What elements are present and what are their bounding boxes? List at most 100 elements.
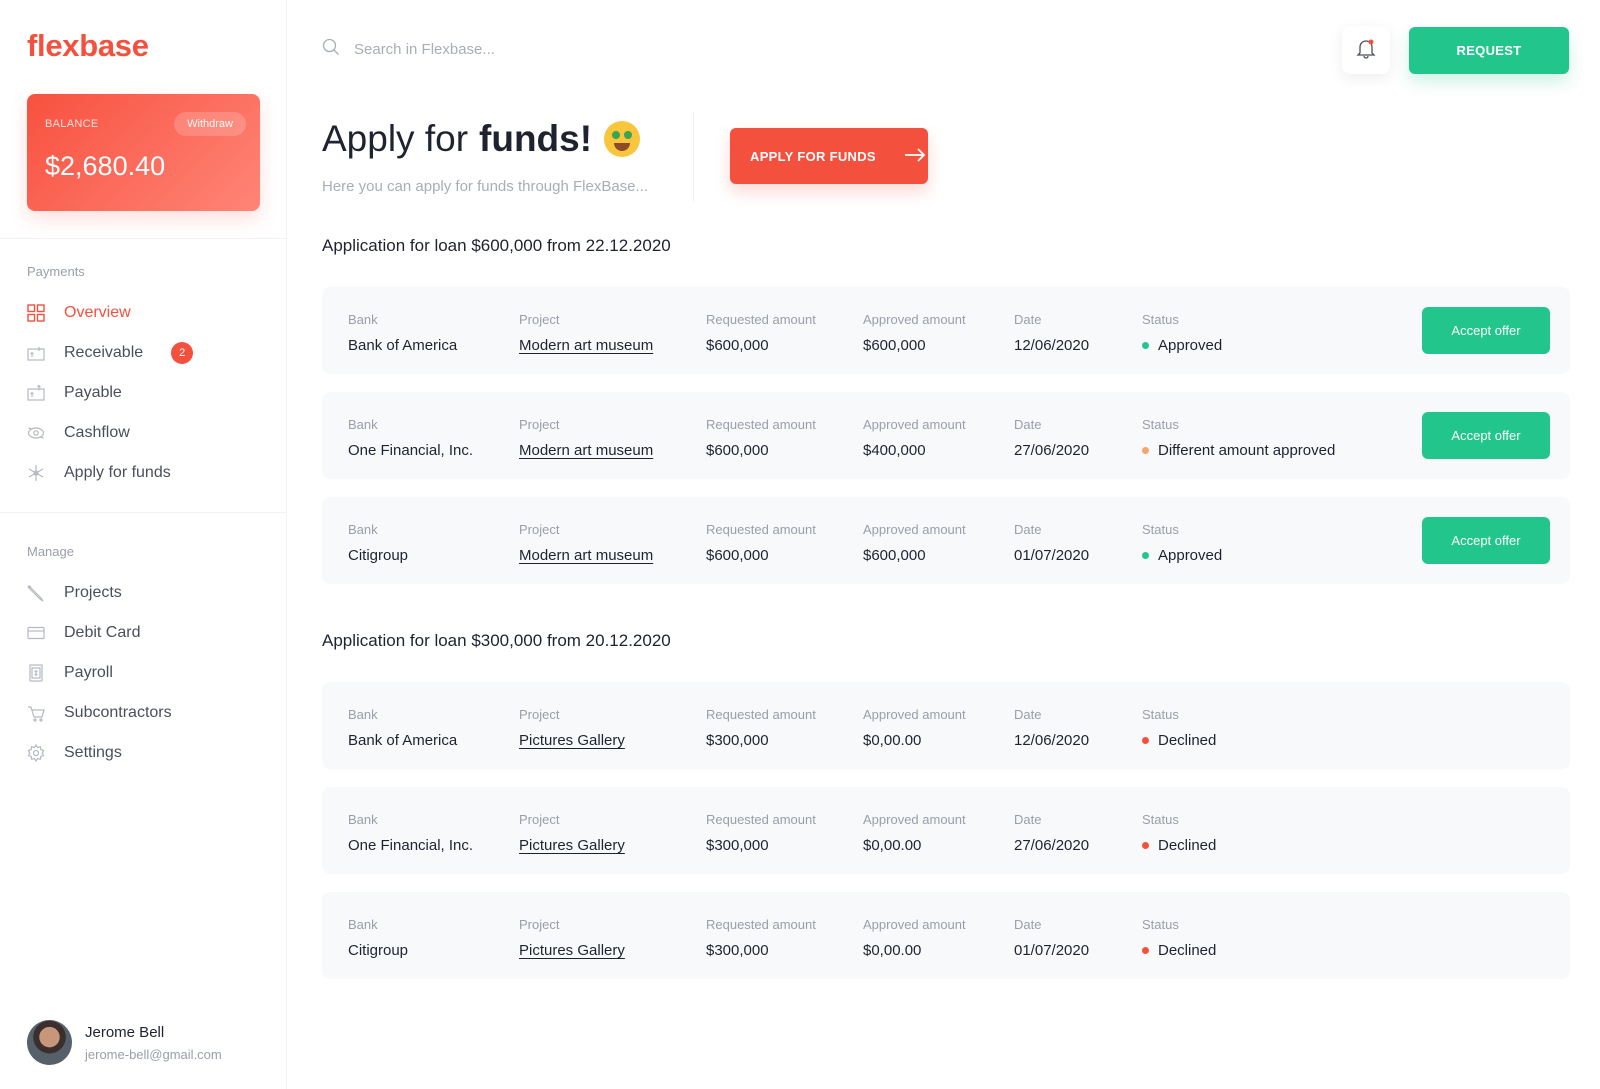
requested-label: Requested amount <box>706 812 816 827</box>
status-label: Status <box>1142 312 1179 327</box>
request-button[interactable]: REQUEST <box>1409 27 1569 74</box>
date-label: Date <box>1014 522 1042 537</box>
cart-icon <box>27 704 45 722</box>
project-cell: Project Pictures Gallery <box>519 812 625 854</box>
requested-value: $300,000 <box>706 837 769 854</box>
project-link[interactable]: Modern art museum <box>519 442 653 459</box>
application-title: Application for loan $300,000 from 20.12… <box>322 631 671 650</box>
payroll-icon <box>27 664 45 682</box>
offer-row: Bank One Financial, Inc. Project Modern … <box>322 392 1570 479</box>
apply-for-funds-button[interactable]: APPLY FOR FUNDS <box>730 128 928 184</box>
approved-value: $0,00.00 <box>863 942 922 959</box>
sidebar-item-payroll[interactable]: Payroll <box>27 661 113 685</box>
project-link[interactable]: Modern art museum <box>519 337 653 354</box>
bank-value: Citigroup <box>348 547 409 564</box>
requested-value: $300,000 <box>706 732 769 749</box>
status-label: Status <box>1142 522 1179 537</box>
card-icon <box>27 624 45 642</box>
sidebar-item-label: Overview <box>64 304 131 321</box>
sidebar-item-settings[interactable]: Settings <box>27 741 122 765</box>
app-logo[interactable]: flexbase <box>27 28 149 64</box>
sidebar: flexbase BALANCE Withdraw $2,680.40 Paym… <box>0 0 287 1089</box>
project-link[interactable]: Pictures Gallery <box>519 942 625 959</box>
requested-cell: Requested amount $600,000 <box>706 417 816 459</box>
sidebar-item-subcontractors[interactable]: Subcontractors <box>27 701 172 725</box>
bank-value: One Financial, Inc. <box>348 442 474 459</box>
bank-cell: Bank Bank of America <box>348 312 457 354</box>
bank-label: Bank <box>348 917 378 932</box>
balance-amount: $2,680.40 <box>45 151 166 181</box>
sidebar-item-cashflow[interactable]: Cashflow <box>27 421 130 445</box>
bank-cell: Bank Bank of America <box>348 707 457 749</box>
date-label: Date <box>1014 417 1042 432</box>
search-input[interactable] <box>354 41 654 58</box>
sidebar-item-label: Receivable <box>64 344 144 361</box>
bank-label: Bank <box>348 812 378 827</box>
offer-row: Bank Citigroup Project Modern art museum… <box>322 497 1570 584</box>
status-text: Approved <box>1158 337 1223 354</box>
project-label: Project <box>519 522 560 537</box>
date-label: Date <box>1014 707 1042 722</box>
accept-offer-button[interactable]: Accept offer <box>1422 412 1550 459</box>
apply-button-label: APPLY FOR FUNDS <box>750 148 876 164</box>
offer-row: Bank Bank of America Project Modern art … <box>322 287 1570 374</box>
snowflake-icon <box>27 464 45 482</box>
sidebar-item-label: Payroll <box>64 664 113 681</box>
status-value: Declined <box>1142 837 1216 854</box>
page-title-light: Apply for <box>322 118 469 159</box>
sidebar-item-label: Payable <box>64 384 122 401</box>
approved-label: Approved amount <box>863 522 966 537</box>
status-cell: Status Declined <box>1142 707 1216 749</box>
status-value: Approved <box>1142 547 1222 564</box>
approved-label: Approved amount <box>863 417 966 432</box>
avatar <box>27 1020 72 1065</box>
bank-label: Bank <box>348 522 378 537</box>
cashflow-icon <box>27 424 45 442</box>
accept-offer-button[interactable]: Accept offer <box>1422 517 1550 564</box>
status-label: Status <box>1142 417 1179 432</box>
project-link[interactable]: Pictures Gallery <box>519 837 625 854</box>
sidebar-item-overview[interactable]: Overview <box>27 301 131 325</box>
date-value: 01/07/2020 <box>1014 547 1090 564</box>
sidebar-item-payable[interactable]: Payable <box>27 381 122 405</box>
status-value: Different amount approved <box>1142 442 1335 459</box>
date-value: 01/07/2020 <box>1014 942 1090 959</box>
accept-offer-button[interactable]: Accept offer <box>1422 307 1550 354</box>
search-icon <box>322 38 340 61</box>
status-cell: Status Declined <box>1142 812 1216 854</box>
balance-card: BALANCE Withdraw $2,680.40 <box>27 94 260 211</box>
withdraw-button[interactable]: Withdraw <box>174 112 246 136</box>
bank-cell: Bank One Financial, Inc. <box>348 812 473 854</box>
date-value: 12/06/2020 <box>1014 732 1090 749</box>
pen-icon <box>27 584 45 602</box>
project-cell: Project Modern art museum <box>519 522 653 564</box>
status-cell: Status Approved <box>1142 522 1222 564</box>
sidebar-item-label: Settings <box>64 744 122 761</box>
requested-label: Requested amount <box>706 707 816 722</box>
sidebar-item-debit-card[interactable]: Debit Card <box>27 621 140 645</box>
user-profile[interactable]: Jerome Bell jerome-bell@gmail.com <box>27 1020 222 1065</box>
project-link[interactable]: Pictures Gallery <box>519 732 625 749</box>
status-label: Status <box>1142 812 1179 827</box>
notifications-button[interactable] <box>1342 26 1390 74</box>
sidebar-item-apply-for-funds[interactable]: Apply for funds <box>27 461 171 485</box>
requested-cell: Requested amount $300,000 <box>706 812 816 854</box>
status-dot <box>1142 947 1149 954</box>
bell-icon <box>1355 37 1377 64</box>
project-label: Project <box>519 707 560 722</box>
money-mouth-emoji-icon <box>604 121 641 157</box>
payable-icon <box>27 384 45 402</box>
project-cell: Project Modern art museum <box>519 417 653 459</box>
project-label: Project <box>519 312 560 327</box>
payments-section-title: Payments <box>27 264 85 279</box>
offer-row: Bank Citigroup Project Pictures Gallery … <box>322 892 1570 979</box>
notification-badge: 2 <box>171 342 194 364</box>
date-cell: Date 12/06/2020 <box>1014 707 1089 749</box>
sidebar-item-receivable[interactable]: Receivable 2 <box>27 341 194 365</box>
project-link[interactable]: Modern art museum <box>519 547 653 564</box>
bank-value: Citigroup <box>348 942 409 959</box>
requested-value: $600,000 <box>706 337 769 354</box>
sidebar-item-label: Apply for funds <box>64 464 171 481</box>
sidebar-item-projects[interactable]: Projects <box>27 581 122 605</box>
page-title-bold: funds! <box>479 118 593 159</box>
